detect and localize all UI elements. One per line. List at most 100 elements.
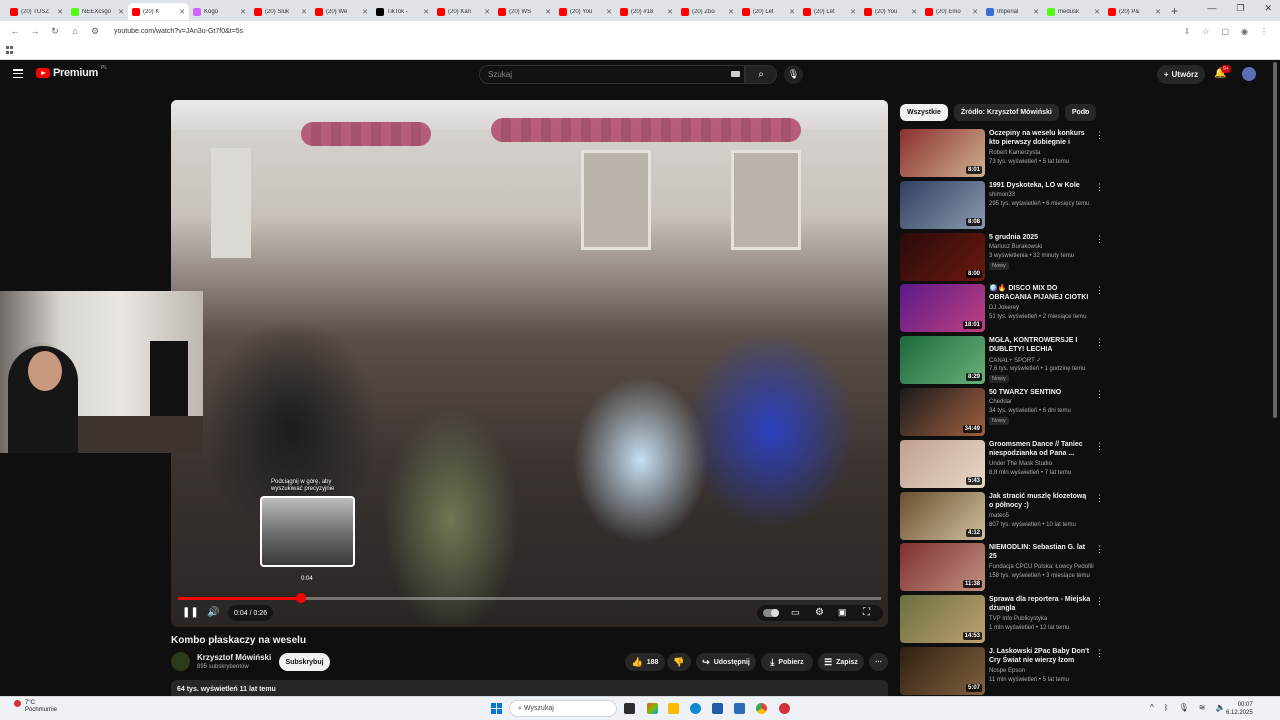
recommended-channel[interactable]: Mariusz Burakowski [989, 244, 1042, 250]
recommended-title[interactable]: 🪩🔥 DISCO MIX DO OBRACANIA PIJANEJ CIOTKI… [989, 284, 1091, 303]
start-button[interactable] [491, 703, 502, 714]
browser-menu-icon[interactable]: ⋮ [1260, 27, 1268, 36]
tab-close-icon[interactable]: ✕ [57, 8, 63, 16]
browser-tab[interactable]: (20) Kan ✕ [433, 3, 494, 20]
recommended-video[interactable]: 8:00 5 grudnia 2025 Mariusz Burakowski 3 wy… [900, 232, 1104, 281]
recommended-channel[interactable]: mateo5 [989, 513, 1009, 519]
more-vertical-icon[interactable]: ⋮ [1095, 234, 1104, 245]
create-button[interactable]: + Utwórz [1157, 65, 1205, 84]
browser-tab[interactable]: TikTok - ✕ [372, 3, 433, 20]
tab-close-icon[interactable]: ✕ [362, 8, 368, 16]
recommended-video[interactable]: 18:01 🪩🔥 DISCO MIX DO OBRACANIA PIJANEJ C… [900, 284, 1104, 333]
like-button[interactable]: 👍 188 [625, 653, 665, 671]
browser-tab[interactable]: (20) Zbo ✕ [677, 3, 738, 20]
recommended-title[interactable]: Jak stracić muszlę klozetową o północy :… [989, 492, 1091, 510]
tab-close-icon[interactable]: ✕ [179, 8, 185, 16]
tab-close-icon[interactable]: ✕ [1033, 8, 1039, 16]
browser-tab[interactable]: (20) Let ✕ [799, 3, 860, 20]
channel-avatar[interactable] [171, 652, 190, 671]
channel-name[interactable]: Krzysztof Mówiński [197, 653, 271, 662]
tab-close-icon[interactable]: ✕ [606, 8, 612, 16]
recommended-video[interactable]: 34:49 50 TWARZY SENTINO Cheddar 34 tys. wyś… [900, 388, 1104, 436]
edge-icon[interactable] [690, 703, 701, 714]
url-field[interactable]: youtube.com/watch?v=JAn3u-Gt7f0&t=5s [114, 28, 1184, 35]
more-vertical-icon[interactable]: ⋮ [1095, 285, 1104, 296]
youtube-logo[interactable]: Premium PL [36, 65, 107, 79]
pause-icon[interactable]: ❚❚ [182, 607, 199, 618]
file-explorer-icon[interactable] [668, 703, 679, 714]
filter-chip[interactable]: Podo [1064, 104, 1097, 121]
recommended-channel[interactable]: shimon33 [989, 192, 1015, 198]
recommended-channel[interactable]: DJ Jokerey [989, 305, 1019, 311]
settings-gear-icon[interactable]: ⚙ [815, 607, 824, 618]
browser-tab[interactable]: (20) We ✕ [311, 3, 372, 20]
tab-close-icon[interactable]: ✕ [850, 8, 856, 16]
site-info-icon[interactable]: ⚙ [90, 26, 100, 37]
recommended-title[interactable]: 5 grudnia 2025 [989, 233, 1091, 242]
browser-tab[interactable]: Kogo ✕ [189, 3, 250, 20]
recommended-title[interactable]: MGŁA, KONTROWERSJE I DUBLETY! LECHIA DEK… [989, 336, 1091, 355]
maximize-button[interactable]: ❐ [1236, 3, 1244, 14]
tab-close-icon[interactable]: ✕ [911, 8, 917, 16]
video-thumbnail[interactable]: 14:53 [900, 595, 985, 644]
bluetooth-icon[interactable]: ᛒ [1164, 703, 1169, 712]
tab-close-icon[interactable]: ✕ [789, 8, 795, 16]
volume-icon[interactable]: 🔊 [207, 607, 219, 618]
fullscreen-icon[interactable]: ⛶ [863, 607, 870, 618]
page-scrollbar[interactable] [1273, 62, 1277, 418]
browser-tab[interactable]: (20) P& ✕ [1104, 3, 1165, 20]
recommended-video[interactable]: 5:07 J. Laskowski 2Pac Baby Don't Cry Świ… [900, 647, 1104, 695]
mic-tray-icon[interactable]: 🎙 [1179, 703, 1189, 712]
browser-tab[interactable]: medusk ✕ [1043, 3, 1104, 20]
dislike-button[interactable]: 👎 [667, 653, 691, 671]
more-vertical-icon[interactable]: ⋮ [1095, 130, 1104, 141]
mail-icon[interactable] [734, 703, 745, 714]
tab-close-icon[interactable]: ✕ [972, 8, 978, 16]
app-icon[interactable] [779, 703, 790, 714]
more-vertical-icon[interactable]: ⋮ [1095, 337, 1104, 348]
tab-close-icon[interactable]: ✕ [240, 8, 246, 16]
recommended-channel[interactable]: Robert Kamerzysta [989, 150, 1040, 156]
copilot-icon[interactable] [647, 703, 658, 714]
chevron-right-icon[interactable]: › [1084, 106, 1087, 117]
tab-close-icon[interactable]: ✕ [1155, 8, 1161, 16]
bookmark-star-icon[interactable]: ☆ [1202, 27, 1209, 36]
recommended-video[interactable]: 8:01 Oczepiny na weselu konkurs kto pierw… [900, 129, 1104, 177]
video-thumbnail[interactable]: 8:00 [900, 232, 985, 281]
recommended-title[interactable]: Sprawa dla reportera - Miejska dżungla [989, 595, 1091, 613]
account-avatar[interactable] [1242, 67, 1256, 81]
subtitles-icon[interactable]: ▭ [791, 607, 800, 618]
browser-tab[interactable]: (20) You ✕ [555, 3, 616, 20]
more-actions-button[interactable]: ⋯ [869, 653, 888, 671]
browser-tab[interactable]: (20) #18 ✕ [616, 3, 677, 20]
recommended-title[interactable]: 1991 Dyskoteka, LO w Kole [989, 181, 1091, 190]
recommended-channel[interactable]: Nospe Epson [989, 668, 1025, 674]
browser-tab[interactable]: Imperial ✕ [982, 3, 1043, 20]
browser-tab[interactable]: NEEXcsgo ✕ [67, 3, 128, 20]
video-thumbnail[interactable]: 34:49 [900, 388, 985, 436]
new-tab-button[interactable]: + [1171, 4, 1178, 18]
install-app-icon[interactable]: ⇩ [1184, 27, 1191, 36]
keyboard-icon[interactable] [731, 71, 740, 77]
miniplayer-icon[interactable]: ▣ [838, 607, 847, 618]
tab-close-icon[interactable]: ✕ [484, 8, 490, 16]
tab-close-icon[interactable]: ✕ [667, 8, 673, 16]
video-thumbnail[interactable]: 18:01 [900, 284, 985, 333]
video-thumbnail[interactable]: 5:07 [900, 647, 985, 695]
speaker-icon[interactable]: 🔈 [1215, 703, 1225, 712]
subscribe-button[interactable]: Subskrybuj [279, 653, 330, 671]
search-button[interactable]: ⌕ [745, 65, 777, 84]
recommended-video[interactable]: 4:12 Jak stracić muszlę klozetową o półno… [900, 491, 1104, 540]
recommended-title[interactable]: Oczepiny na weselu konkurs kto pierwszy … [989, 129, 1091, 148]
browser-tab[interactable]: (20) TUSZ ✕ [6, 3, 67, 20]
recommended-channel[interactable]: CANAL+ SPORT ✓ [989, 357, 1041, 364]
browser-tab[interactable]: (20) Śluk ✕ [250, 3, 311, 20]
recommended-channel[interactable]: Under The Mask Studio [989, 461, 1052, 467]
video-thumbnail[interactable]: 8:01 [900, 129, 985, 177]
more-vertical-icon[interactable]: ⋮ [1095, 389, 1104, 400]
voice-search-button[interactable]: 🎙 [784, 65, 803, 84]
browser-tab[interactable]: (20) Emo ✕ [921, 3, 982, 20]
filter-chip[interactable]: Źródło: Krzysztof Mówiński [953, 104, 1059, 121]
profile-icon[interactable]: ◉ [1241, 27, 1248, 36]
tab-close-icon[interactable]: ✕ [728, 8, 734, 16]
